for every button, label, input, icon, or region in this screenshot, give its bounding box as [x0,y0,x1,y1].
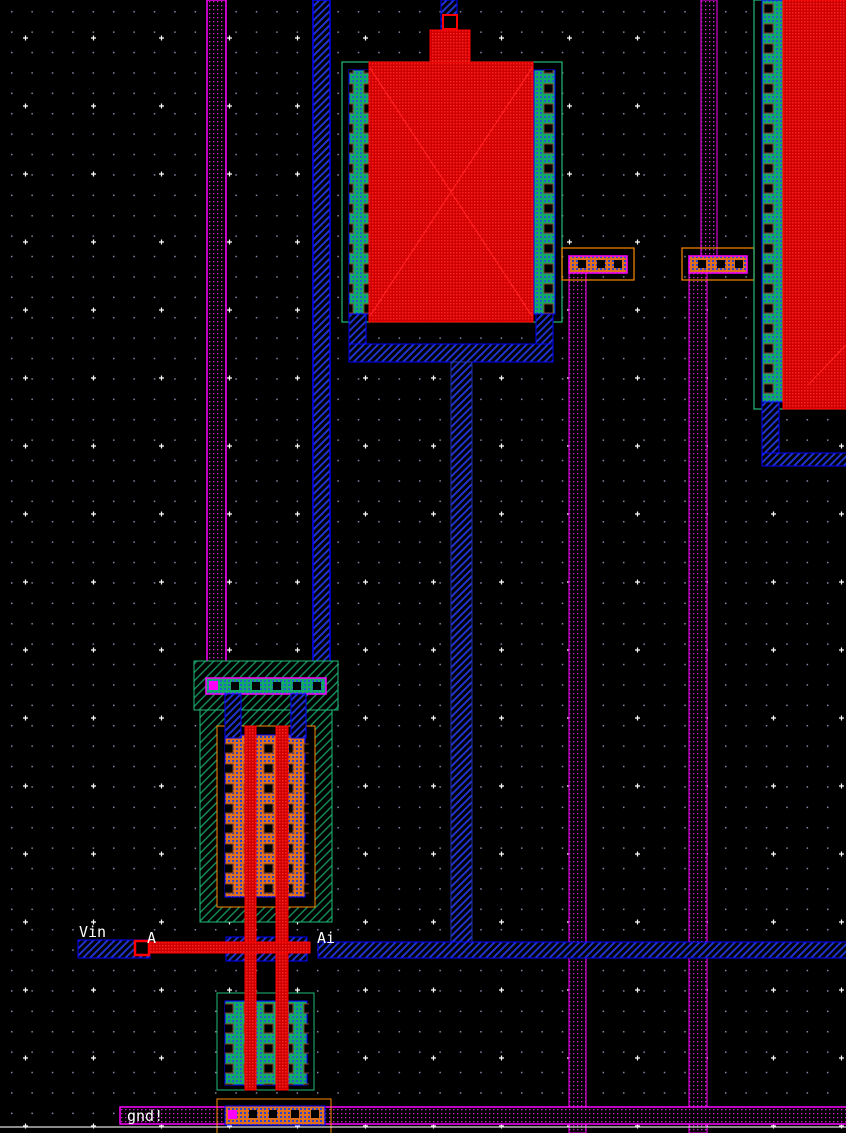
layout-view[interactable]: Vin A Ai gnd! [0,0,846,1133]
metal1-drop[interactable] [450,361,473,943]
poly-contact [442,14,458,30]
label-vin: Vin [79,923,106,941]
ai-wire[interactable] [317,941,846,959]
metal1-rail-left[interactable] [312,0,331,687]
poly-gate-2[interactable] [275,725,289,1091]
poly-gate-1[interactable] [244,725,257,1091]
label-gnd: gnd! [127,1107,163,1125]
nmos-transistor[interactable] [216,992,315,1091]
poly-input-wire[interactable] [139,941,311,954]
pmos-transistor[interactable] [193,660,339,923]
layout-editor-canvas[interactable]: Vin A Ai gnd! [0,0,846,1133]
right-transistor[interactable] [753,0,846,467]
label-a: A [147,929,156,947]
label-ai: Ai [317,929,335,947]
metal2-rail-left[interactable] [206,0,227,687]
